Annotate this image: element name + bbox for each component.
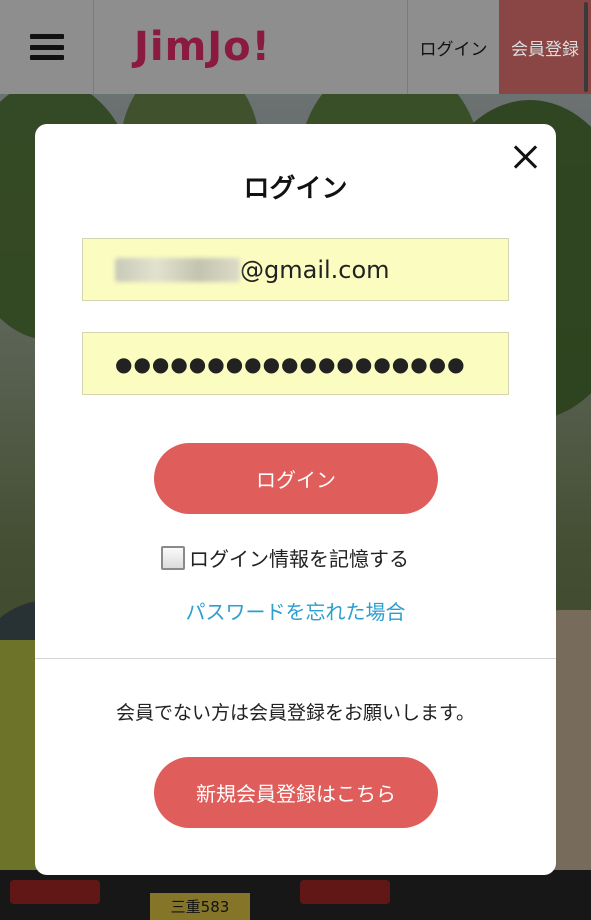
divider xyxy=(35,658,556,659)
hamburger-icon xyxy=(29,34,64,60)
remember-label: ログイン情報を記憶する xyxy=(189,547,409,571)
login-modal: ログイン @gmail.com ●●●●●●●●●●●●●●●●●●● ログイン… xyxy=(35,124,556,875)
menu-button[interactable] xyxy=(0,0,94,94)
password-mask: ●●●●●●●●●●●●●●●●●●● xyxy=(115,351,466,376)
forgot-password-link[interactable]: パスワードを忘れた場合 xyxy=(35,596,556,625)
close-icon[interactable] xyxy=(512,144,538,170)
email-domain: @gmail.com xyxy=(240,255,390,284)
logo-link[interactable]: JimJo! xyxy=(94,0,407,94)
register-button[interactable]: 新規会員登録はこちら xyxy=(154,757,438,828)
modal-title: ログイン xyxy=(243,174,348,204)
redacted-username xyxy=(115,257,240,282)
site-logo: JimJo! xyxy=(134,24,271,70)
password-field[interactable]: ●●●●●●●●●●●●●●●●●●● xyxy=(82,332,509,395)
remember-checkbox[interactable] xyxy=(161,545,185,570)
remember-login[interactable]: ログイン情報を記憶する xyxy=(161,543,409,572)
header-login-link[interactable]: ログイン xyxy=(407,0,499,94)
scrollbar[interactable] xyxy=(584,2,588,92)
register-notice: 会員でない方は会員登録をお願いします。 xyxy=(115,702,476,724)
login-button[interactable]: ログイン xyxy=(154,443,438,514)
header-register-link[interactable]: 会員登録 xyxy=(499,0,591,94)
email-field[interactable]: @gmail.com xyxy=(82,238,509,301)
site-header: JimJo! ログイン 会員登録 xyxy=(0,0,591,94)
